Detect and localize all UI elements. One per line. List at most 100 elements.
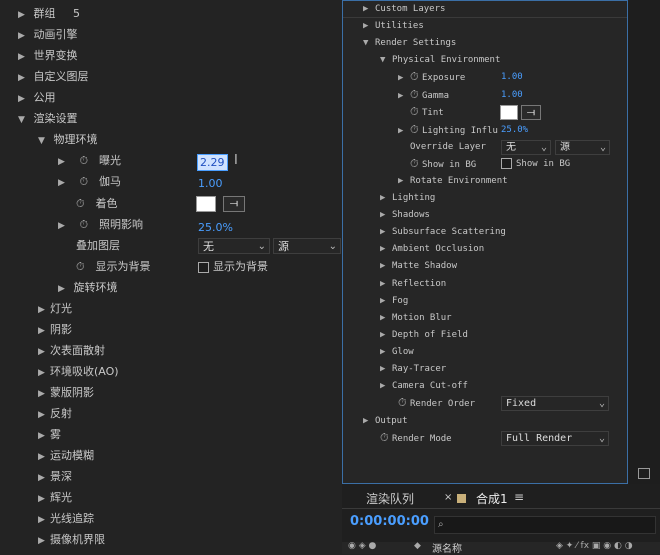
subgroup-row[interactable]: ▶ 摄像机界限 (38, 531, 105, 549)
switch-icons[interactable]: ◈ ✦ ⁄ fx ▣ ◉ ◐ ◑ (556, 541, 633, 551)
triangle-right-icon[interactable]: ▶ (398, 88, 410, 104)
subgroup-row[interactable]: ▶ Lighting (380, 190, 435, 206)
override-source-select[interactable]: 源 ⌄ (273, 238, 341, 254)
stopwatch-icon[interactable]: ⏱ (410, 122, 422, 138)
label-icon[interactable]: ◆ (414, 541, 421, 551)
override-layer-select[interactable]: 无 ⌄ (501, 140, 551, 155)
lighting-value[interactable]: 25.0% (501, 122, 528, 138)
render-order-select[interactable]: Fixed ⌄ (501, 396, 609, 411)
subgroup-row[interactable]: ▶ 环境吸收(AO) (38, 363, 119, 381)
triangle-right-icon[interactable]: ▶ (363, 413, 375, 429)
triangle-down-icon[interactable]: ▼ (363, 35, 375, 51)
triangle-right-icon[interactable]: ▶ (363, 18, 375, 34)
timecode-display[interactable]: 0:00:00:00 (350, 514, 429, 529)
triangle-right-icon[interactable]: ▶ (18, 69, 30, 87)
triangle-right-icon[interactable]: ▶ (38, 406, 50, 424)
subgroup-row[interactable]: ▶ Camera Cut-off (380, 378, 468, 394)
group-row-animation-engine[interactable]: ▶ 动画引擎 (18, 26, 78, 44)
stopwatch-icon[interactable]: ⏱ (398, 395, 410, 411)
triangle-right-icon[interactable]: ▶ (398, 123, 410, 139)
group-row-output[interactable]: ▶ Output (363, 413, 408, 429)
triangle-right-icon[interactable]: ▶ (38, 322, 50, 340)
eyedropper-icon[interactable]: ⟞ (521, 105, 541, 120)
lighting-value[interactable]: 25.0% (198, 219, 233, 237)
subgroup-row[interactable]: ▶ Ambient Occlusion (380, 241, 484, 257)
triangle-right-icon[interactable]: ▶ (38, 385, 50, 403)
triangle-right-icon[interactable]: ▶ (58, 217, 70, 235)
gamma-value[interactable]: 1.00 (198, 175, 223, 193)
triangle-right-icon[interactable]: ▶ (363, 1, 375, 17)
gamma-value[interactable]: 1.00 (501, 87, 523, 103)
stopwatch-icon[interactable]: ⏱ (410, 104, 422, 120)
triangle-right-icon[interactable]: ▶ (38, 427, 50, 445)
group-row-render-settings[interactable]: ▼ 渲染设置 (18, 110, 78, 128)
exposure-value-input[interactable]: 2.29 (197, 154, 228, 171)
triangle-right-icon[interactable]: ▶ (38, 532, 50, 550)
subgroup-row[interactable]: ▶ 反射 (38, 405, 72, 423)
override-source-select[interactable]: 源 ⌄ (555, 140, 610, 155)
triangle-right-icon[interactable]: ▶ (38, 364, 50, 382)
tab-render-queue[interactable]: 渲染队列 (366, 490, 414, 507)
group-row-utilities[interactable]: ▶ Utilities (363, 18, 424, 34)
search-input[interactable]: ⌕ (434, 516, 656, 534)
triangle-right-icon[interactable]: ▶ (380, 207, 392, 223)
group-row-utilities[interactable]: ▶ 公用 (18, 89, 56, 107)
triangle-down-icon[interactable]: ▼ (380, 52, 392, 68)
triangle-right-icon[interactable]: ▶ (380, 258, 392, 274)
triangle-right-icon[interactable]: ▶ (38, 511, 50, 529)
triangle-right-icon[interactable]: ▶ (18, 90, 30, 108)
tint-color-swatch[interactable] (196, 196, 216, 212)
checkbox-icon[interactable] (198, 261, 209, 273)
triangle-right-icon[interactable]: ▶ (380, 224, 392, 240)
triangle-right-icon[interactable]: ▶ (58, 280, 70, 298)
triangle-right-icon[interactable]: ▶ (380, 361, 392, 377)
triangle-right-icon[interactable]: ▶ (38, 343, 50, 361)
stopwatch-icon[interactable]: ⏱ (76, 195, 88, 213)
group-row-custom-layers[interactable]: ▶ 自定义图层 (18, 68, 89, 86)
stopwatch-icon[interactable]: ⏱ (410, 69, 422, 85)
triangle-right-icon[interactable]: ▶ (380, 276, 392, 292)
checkbox-icon[interactable] (501, 158, 512, 169)
triangle-right-icon[interactable]: ▶ (380, 190, 392, 206)
triangle-right-icon[interactable]: ▶ (398, 70, 410, 86)
subgroup-row[interactable]: ▶ Shadows (380, 207, 430, 223)
triangle-right-icon[interactable]: ▶ (18, 6, 30, 24)
subgroup-row[interactable]: ▶ 运动模糊 (38, 447, 94, 465)
subgroup-row[interactable]: ▶ Subsurface Scattering (380, 224, 506, 240)
stopwatch-icon[interactable]: ⏱ (80, 173, 92, 191)
tab-composition[interactable]: 合成1 (476, 490, 508, 507)
subgroup-row[interactable]: ▶ Glow (380, 344, 414, 360)
triangle-right-icon[interactable]: ▶ (398, 173, 410, 189)
group-row-render-settings[interactable]: ▼ Render Settings (363, 35, 456, 51)
stopwatch-icon[interactable]: ⏱ (76, 258, 88, 276)
stopwatch-icon[interactable]: ⏱ (80, 152, 92, 170)
triangle-down-icon[interactable]: ▼ (38, 132, 50, 150)
triangle-right-icon[interactable]: ▶ (380, 310, 392, 326)
group-row-partial[interactable]: ▶ 群组 5 (18, 5, 80, 23)
stopwatch-icon[interactable]: ⏱ (410, 87, 422, 103)
subgroup-row[interactable]: ▶ 景深 (38, 468, 72, 486)
eyedropper-icon[interactable]: ⟞ (223, 196, 245, 212)
subgroup-row[interactable]: ▶ Reflection (380, 276, 446, 292)
triangle-right-icon[interactable]: ▶ (58, 153, 70, 171)
triangle-right-icon[interactable]: ▶ (380, 378, 392, 394)
triangle-right-icon[interactable]: ▶ (38, 469, 50, 487)
show-bg-checkbox[interactable]: 显示为背景 (198, 258, 268, 276)
stopwatch-icon[interactable]: ⏱ (380, 430, 392, 446)
stopwatch-icon[interactable]: ⏱ (410, 156, 422, 172)
subgroup-row[interactable]: ▶ Matte Shadow (380, 258, 457, 274)
triangle-right-icon[interactable]: ▶ (380, 241, 392, 257)
subgroup-row[interactable]: ▶ Ray-Tracer (380, 361, 446, 377)
subgroup-row[interactable]: ▶ Depth of Field (380, 327, 468, 343)
show-bg-checkbox[interactable]: Show in BG (501, 156, 570, 172)
triangle-right-icon[interactable]: ▶ (18, 27, 30, 45)
subgroup-row[interactable]: ▶ 阴影 (38, 321, 72, 339)
group-row-custom-layers[interactable]: ▶ Custom Layers (363, 1, 445, 17)
subgroup-row[interactable]: ▶ Fog (380, 293, 408, 309)
subgroup-row[interactable]: ▶ Motion Blur (380, 310, 452, 326)
group-row-rotate-env[interactable]: ▶ Rotate Environment (398, 173, 508, 189)
subgroup-row[interactable]: ▶ 灯光 (38, 300, 72, 318)
group-row-physical-env[interactable]: ▼ 物理环境 (38, 131, 98, 149)
triangle-right-icon[interactable]: ▶ (38, 448, 50, 466)
subgroup-row[interactable]: ▶ 雾 (38, 426, 61, 444)
